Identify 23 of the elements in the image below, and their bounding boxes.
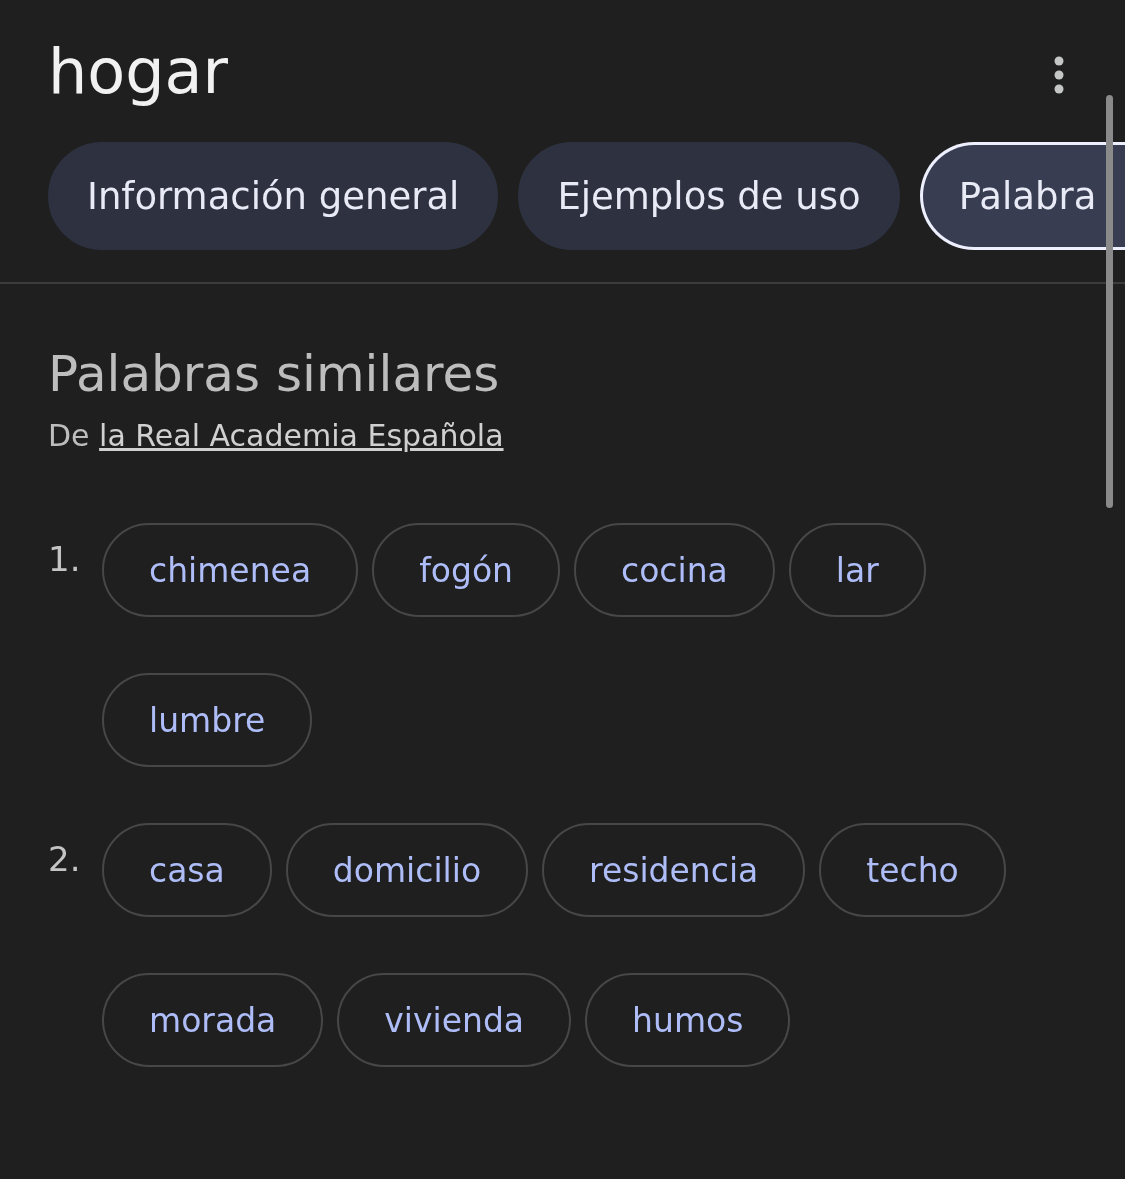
section-heading: Palabras similares: [48, 344, 501, 405]
page-title: hogar: [48, 34, 229, 110]
word-chip[interactable]: cocina: [574, 523, 775, 617]
source-link[interactable]: la Real Academia Española: [99, 418, 504, 453]
scrollbar[interactable]: [1106, 95, 1113, 508]
tab[interactable]: Palabra: [919, 142, 1125, 250]
word-chip[interactable]: techo: [819, 823, 1006, 917]
word-chip[interactable]: vivienda: [337, 973, 572, 1067]
tab[interactable]: Información general: [48, 142, 499, 250]
word-chip[interactable]: lar: [788, 523, 926, 617]
word-chip[interactable]: humos: [585, 973, 791, 1067]
tab[interactable]: Ejemplos de uso: [518, 142, 900, 250]
word-chip[interactable]: casa: [102, 823, 272, 917]
word-chip[interactable]: lumbre: [102, 673, 313, 767]
list-number: 1.: [48, 539, 82, 579]
word-chip[interactable]: morada: [102, 973, 324, 1067]
word-chip[interactable]: chimenea: [102, 523, 359, 617]
word-chip[interactable]: residencia: [542, 823, 806, 917]
source-label: De: [48, 418, 90, 453]
word-chip[interactable]: fogón: [372, 523, 560, 617]
more-options-icon[interactable]: [1053, 55, 1065, 95]
list-number: 2.: [48, 839, 82, 879]
word-chip[interactable]: domicilio: [285, 823, 529, 917]
